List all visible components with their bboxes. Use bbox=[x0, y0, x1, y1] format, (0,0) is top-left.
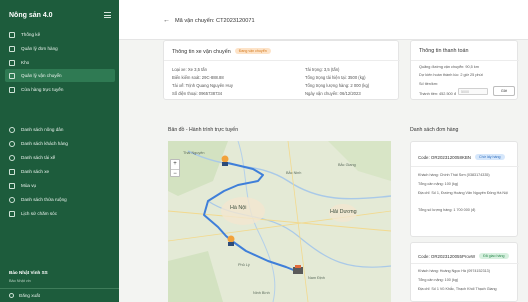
price-per-km-input[interactable]: 5000 bbox=[458, 88, 488, 95]
season-icon bbox=[9, 182, 15, 189]
user-name: Bảo Nhật Vinh SS bbox=[9, 270, 48, 275]
user-role: Bảo Nhật vin bbox=[9, 279, 31, 283]
sidebar-item-vehicles[interactable]: Danh sách xe bbox=[5, 165, 115, 178]
vehicle-type: Loại xe: Xe 3,5 tấn bbox=[172, 67, 207, 72]
start-marker-icon[interactable] bbox=[220, 155, 230, 167]
vehicle-plate: Biển kiểm soát: 29C-888.88 bbox=[172, 75, 224, 80]
map-label-bac-giang: Bắc Giang bbox=[338, 163, 356, 167]
order-card[interactable]: Code: OR2023120055ProvW Đã giao hàng Khác… bbox=[410, 242, 519, 302]
sidebar-item-farmers[interactable]: Danh sách nông dân bbox=[5, 123, 115, 136]
bar-chart-icon bbox=[9, 31, 15, 38]
sidebar-item-fields[interactable]: Danh sách thửa ruộng bbox=[5, 193, 115, 206]
history-icon bbox=[9, 210, 15, 217]
map-zoom-control[interactable]: + − bbox=[170, 159, 180, 177]
driver-phone: Số điện thoại: 0965738734 bbox=[172, 91, 223, 96]
vehicle-icon bbox=[9, 168, 15, 175]
customer-icon bbox=[9, 140, 15, 147]
sidebar-item-shipping[interactable]: Quản lý vận chuyển bbox=[5, 69, 115, 82]
map-label-thai-nguyen: Thái Nguyên bbox=[183, 151, 205, 155]
total-goods-weight: Tổng trọng lượng hàng: 2 000 (kg) bbox=[305, 83, 370, 88]
order-code: Code: OR2023120055ProvW Đã giao hàng bbox=[418, 253, 509, 259]
farmer-icon bbox=[9, 126, 15, 133]
header-bar: ← Mã vận chuyển: CT2023120071 bbox=[119, 0, 528, 40]
order-address: Địa chỉ: Số 1 Vũ Khắc, Thạch Khối Thạch … bbox=[418, 287, 497, 291]
status-badge: Đang vận chuyển bbox=[234, 48, 271, 54]
vehicle-capacity: Tải trọng: 3,5 (tấn) bbox=[305, 67, 340, 72]
zoom-in-button[interactable]: + bbox=[171, 160, 179, 170]
current-load: Tổng trọng tải hiện tại: 3500 (kg) bbox=[305, 75, 366, 80]
truck-icon bbox=[9, 72, 15, 79]
warehouse-icon bbox=[9, 59, 15, 66]
sidebar-item-store[interactable]: Cửa hàng trực tuyến bbox=[5, 83, 115, 96]
sidebar-item-drivers[interactable]: Danh sách tài xế bbox=[5, 151, 115, 164]
sidebar-item-orders[interactable]: Quản lý đơn hàng bbox=[5, 42, 115, 55]
driver-name: Tài xế: Trịnh Quang Nguyên Huy bbox=[172, 83, 233, 88]
order-status-badge: Đã giao hàng bbox=[479, 253, 509, 259]
map-label-phu-ly: Phủ Lý bbox=[238, 263, 250, 267]
price-per-km-label: Số tiền/km: bbox=[419, 82, 438, 86]
map-label-hai-duong: Hải Dương bbox=[330, 209, 357, 215]
order-total: Tổng số lượng hàng: 1 700 000 (đ) bbox=[418, 208, 476, 212]
sidebar-item-warehouse[interactable]: Kho bbox=[5, 56, 115, 69]
total-amount: Thành tiền: 452.500 đ bbox=[419, 92, 456, 96]
send-button[interactable]: Gửi bbox=[493, 86, 515, 96]
order-address: Địa chỉ: Số 1, Đường Hoàng Văn Nguyên Đô… bbox=[418, 191, 508, 195]
map-label-ha-noi: Hà Nội bbox=[230, 205, 247, 211]
menu-icon[interactable] bbox=[104, 12, 111, 18]
orders-title: Danh sách đơn hàng bbox=[410, 127, 459, 133]
sidebar-item-care-history[interactable]: Lịch sử chăm sóc bbox=[5, 207, 115, 220]
orders-icon bbox=[9, 45, 15, 52]
order-card[interactable]: Code: OR2023120058KBN Chờ lấy hàng Khách … bbox=[410, 141, 519, 237]
driver-icon bbox=[9, 154, 15, 161]
order-customer: Khách hàng: Chính Thái Sơn (0383174335) bbox=[418, 173, 490, 177]
truck-marker-icon[interactable] bbox=[226, 235, 236, 247]
payment-title: Thông tin thanh toán bbox=[419, 48, 469, 54]
zoom-out-button[interactable]: − bbox=[171, 170, 179, 179]
map-label-ninh-binh: Ninh Bình bbox=[253, 291, 270, 295]
destination-marker-icon[interactable] bbox=[292, 265, 304, 275]
sidebar-item-seasons[interactable]: Mùa vụ bbox=[5, 179, 115, 192]
logout-icon bbox=[9, 293, 14, 298]
page-title: Mã vận chuyển: CT2023120071 bbox=[175, 18, 255, 24]
shipping-date: Ngày vận chuyển: 06/12/2023 bbox=[305, 91, 361, 96]
order-status-badge: Chờ lấy hàng bbox=[474, 154, 505, 160]
estimated-time: Dự kiến hoàn thành lúc: 2 giờ 25 phút bbox=[419, 73, 483, 77]
map-label-bac-ninh: Bắc Ninh bbox=[286, 171, 302, 175]
field-icon bbox=[9, 196, 15, 203]
sidebar: Nông sản 4.0 Thống kê Quản lý đơn hàng K… bbox=[0, 0, 119, 302]
brand-name: Nông sản 4.0 bbox=[9, 12, 53, 19]
map-canvas bbox=[168, 141, 391, 302]
sidebar-item-statistics[interactable]: Thống kê bbox=[5, 28, 115, 41]
shipping-info-title: Thông tin xe vận chuyển Đang vận chuyển bbox=[172, 48, 271, 55]
shipping-info-card: Thông tin xe vận chuyển Đang vận chuyển L… bbox=[163, 40, 400, 100]
sidebar-item-customers[interactable]: Danh sách khách hàng bbox=[5, 137, 115, 150]
route-map[interactable]: Thái Nguyên Bắc Ninh Hải Dương Hà Nội Bắ… bbox=[168, 141, 391, 302]
order-customer: Khách hàng: Hoàng Ngọc Hà (0974152313) bbox=[418, 269, 490, 273]
order-weight: Tổng cân nặng: 100 (kg) bbox=[418, 182, 459, 186]
back-arrow-icon[interactable]: ← bbox=[163, 17, 170, 24]
logout-button[interactable]: Đăng xuất bbox=[0, 288, 119, 302]
map-label-nam-dinh: Nam Định bbox=[308, 276, 325, 280]
order-weight: Tổng cân nặng: 100 (kg) bbox=[418, 278, 459, 282]
map-title: Bản đồ - Hành trình trực tuyến bbox=[168, 127, 239, 133]
store-icon bbox=[9, 86, 15, 93]
distance: Quãng đường vận chuyển: 90,5 km bbox=[419, 65, 479, 69]
order-code: Code: OR2023120058KBN Chờ lấy hàng bbox=[418, 154, 505, 160]
